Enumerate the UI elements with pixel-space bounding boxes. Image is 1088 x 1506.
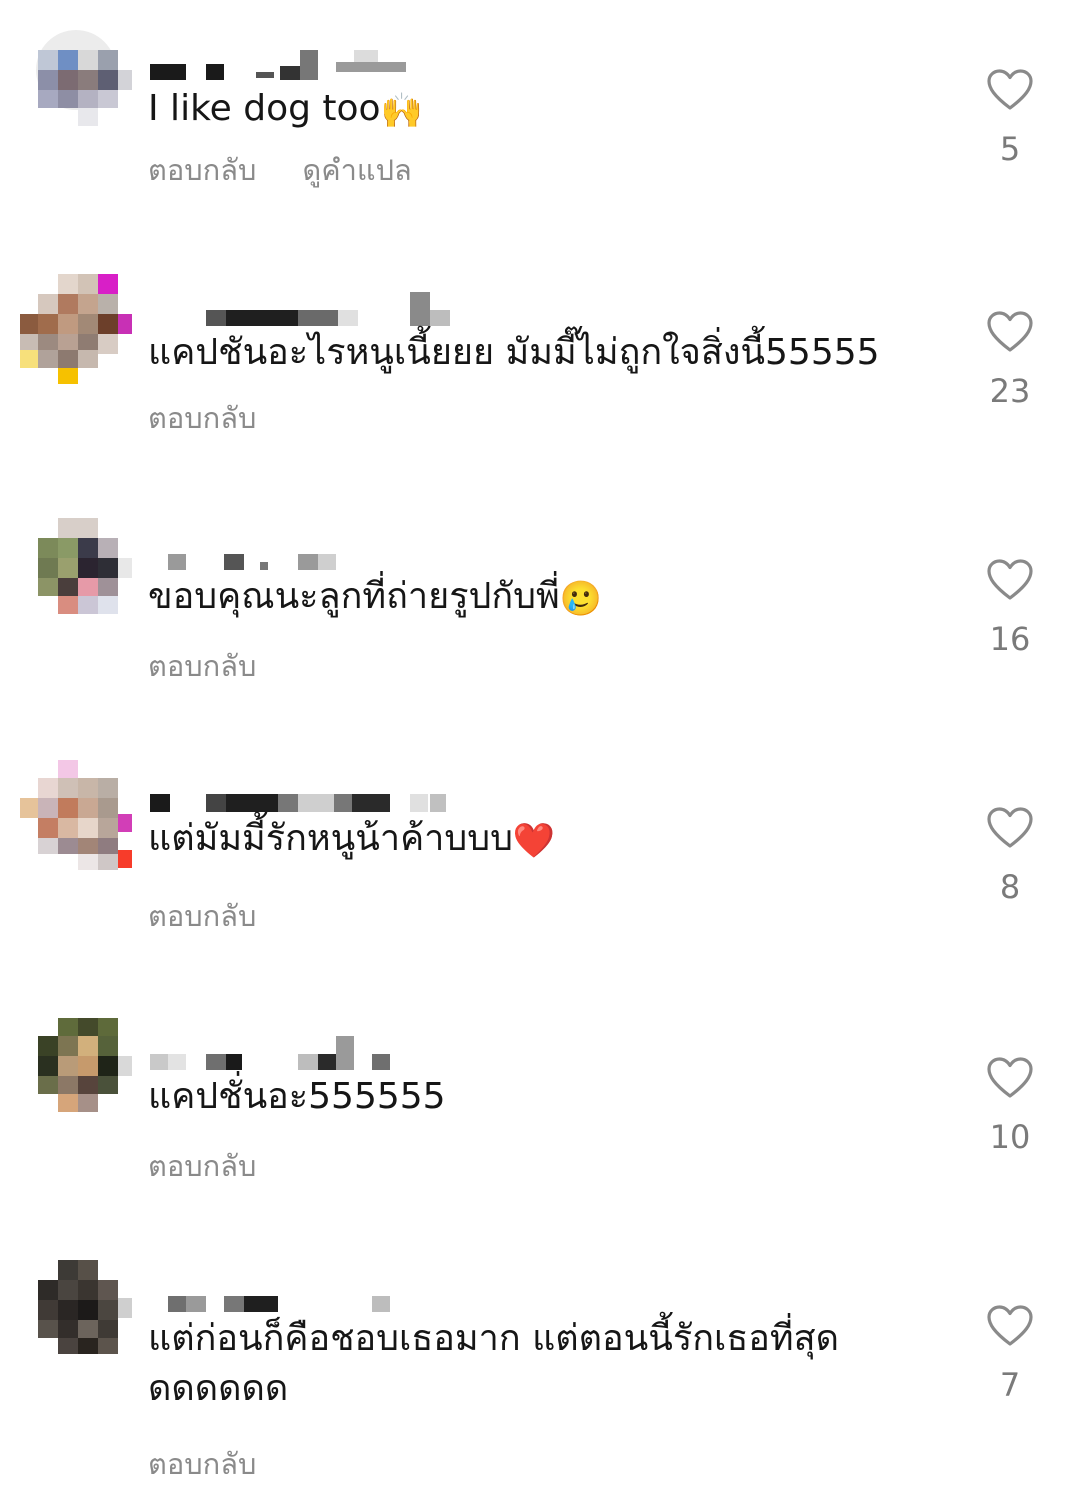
comment-text: แต่ก่อนก็คือชอบเธอมาก แต่ตอนนี้รักเธอที่… xyxy=(148,1318,840,1409)
like-control: 7 xyxy=(968,1304,1052,1404)
like-count: 8 xyxy=(999,868,1021,906)
reply-button[interactable]: ตอบกลับ xyxy=(148,1441,256,1487)
red-heart-emoji: ❤️ xyxy=(512,821,556,861)
pixelated-avatar-image xyxy=(20,274,132,384)
like-count: 16 xyxy=(989,620,1031,658)
like-count: 10 xyxy=(989,1118,1031,1156)
reply-button[interactable]: ตอบกลับ xyxy=(148,893,256,939)
reply-button[interactable]: ตอบกลับ xyxy=(148,1143,256,1189)
like-count: 23 xyxy=(989,372,1031,410)
heart-icon[interactable] xyxy=(986,1056,1034,1100)
like-count: 7 xyxy=(999,1366,1021,1404)
see-translation-button[interactable]: ดูคำแปล xyxy=(302,147,411,193)
pixelated-username xyxy=(206,292,450,326)
reply-button[interactable]: ตอบกลับ xyxy=(148,643,256,689)
username-redacted[interactable] xyxy=(148,1032,468,1072)
pixelated-username xyxy=(168,554,336,570)
comment-text: แคปชันอะไรหนูเนี้ยยย มัมมี๊ไม่ถูกใจสิ่งน… xyxy=(148,332,880,373)
comment-item: แต่มัมมี้รักหนูน้าค้าบบบ❤️ ตอบกลับ 8 xyxy=(0,758,1088,1006)
pixelated-username xyxy=(150,1036,390,1070)
comment-actions: ตอบกลับ xyxy=(148,894,256,938)
pixelated-avatar-image xyxy=(20,760,132,870)
avatar[interactable] xyxy=(20,28,132,140)
username-redacted[interactable] xyxy=(148,774,468,814)
reply-button[interactable]: ตอบกลับ xyxy=(148,147,256,193)
heart-icon[interactable] xyxy=(986,806,1034,850)
comment-text: I like dog too🙌 xyxy=(148,88,423,131)
avatar[interactable] xyxy=(20,516,132,628)
comment-item: แต่ก่อนก็คือชอบเธอมาก แต่ตอนนี้รักเธอที่… xyxy=(0,1258,1088,1506)
comment-text: แคปชั่นอะ555555 xyxy=(148,1076,446,1117)
username-redacted[interactable] xyxy=(148,44,468,84)
username-redacted[interactable] xyxy=(148,1274,468,1314)
comment-actions: ตอบกลับ xyxy=(148,1144,256,1188)
heart-icon[interactable] xyxy=(986,1304,1034,1348)
avatar[interactable] xyxy=(20,272,132,384)
tear-smile-emoji: 🥲 xyxy=(559,579,603,619)
raising-hands-emoji: 🙌 xyxy=(380,91,423,131)
username-redacted[interactable] xyxy=(148,532,468,572)
reply-button[interactable]: ตอบกลับ xyxy=(148,395,256,441)
comment-item: แคปชั่นอะ555555 ตอบกลับ 10 xyxy=(0,1016,1088,1264)
pixelated-avatar-image xyxy=(38,1260,132,1354)
comment-text: แต่มัมมี้รักหนูน้าค้าบบบ❤️ xyxy=(148,818,556,861)
like-control: 8 xyxy=(968,806,1052,906)
pixelated-username xyxy=(168,1296,390,1312)
heart-icon[interactable] xyxy=(986,68,1034,112)
pixelated-avatar-image xyxy=(38,518,132,614)
comment-text: ขอบคุณนะลูกที่ถ่ายรูปกับพี่🥲 xyxy=(148,576,603,619)
comment-item: ขอบคุณนะลูกที่ถ่ายรูปกับพี่🥲 ตอบกลับ 16 xyxy=(0,516,1088,764)
heart-icon[interactable] xyxy=(986,558,1034,602)
comment-actions: ตอบกลับ xyxy=(148,396,256,440)
like-control: 23 xyxy=(968,310,1052,410)
pixelated-username xyxy=(150,794,446,812)
pixelated-username xyxy=(150,50,406,80)
comment-actions: ตอบกลับ xyxy=(148,644,256,688)
username-redacted[interactable] xyxy=(148,288,468,328)
heart-icon[interactable] xyxy=(986,310,1034,354)
comment-item: แคปชันอะไรหนูเนี้ยยย มัมมี๊ไม่ถูกใจสิ่งน… xyxy=(0,272,1088,520)
like-control: 5 xyxy=(968,68,1052,168)
avatar[interactable] xyxy=(20,1258,132,1370)
comment-actions: ตอบกลับ ดูคำแปล xyxy=(148,148,412,192)
pixelated-avatar-image xyxy=(36,30,132,126)
comment-actions: ตอบกลับ xyxy=(148,1442,256,1486)
avatar[interactable] xyxy=(20,758,132,870)
like-control: 16 xyxy=(968,558,1052,658)
pixelated-avatar-image xyxy=(38,1018,132,1112)
like-count: 5 xyxy=(999,130,1021,168)
comment-item: I like dog too🙌 ตอบกลับ ดูคำแปล 5 xyxy=(0,28,1088,276)
like-control: 10 xyxy=(968,1056,1052,1156)
avatar[interactable] xyxy=(20,1016,132,1128)
